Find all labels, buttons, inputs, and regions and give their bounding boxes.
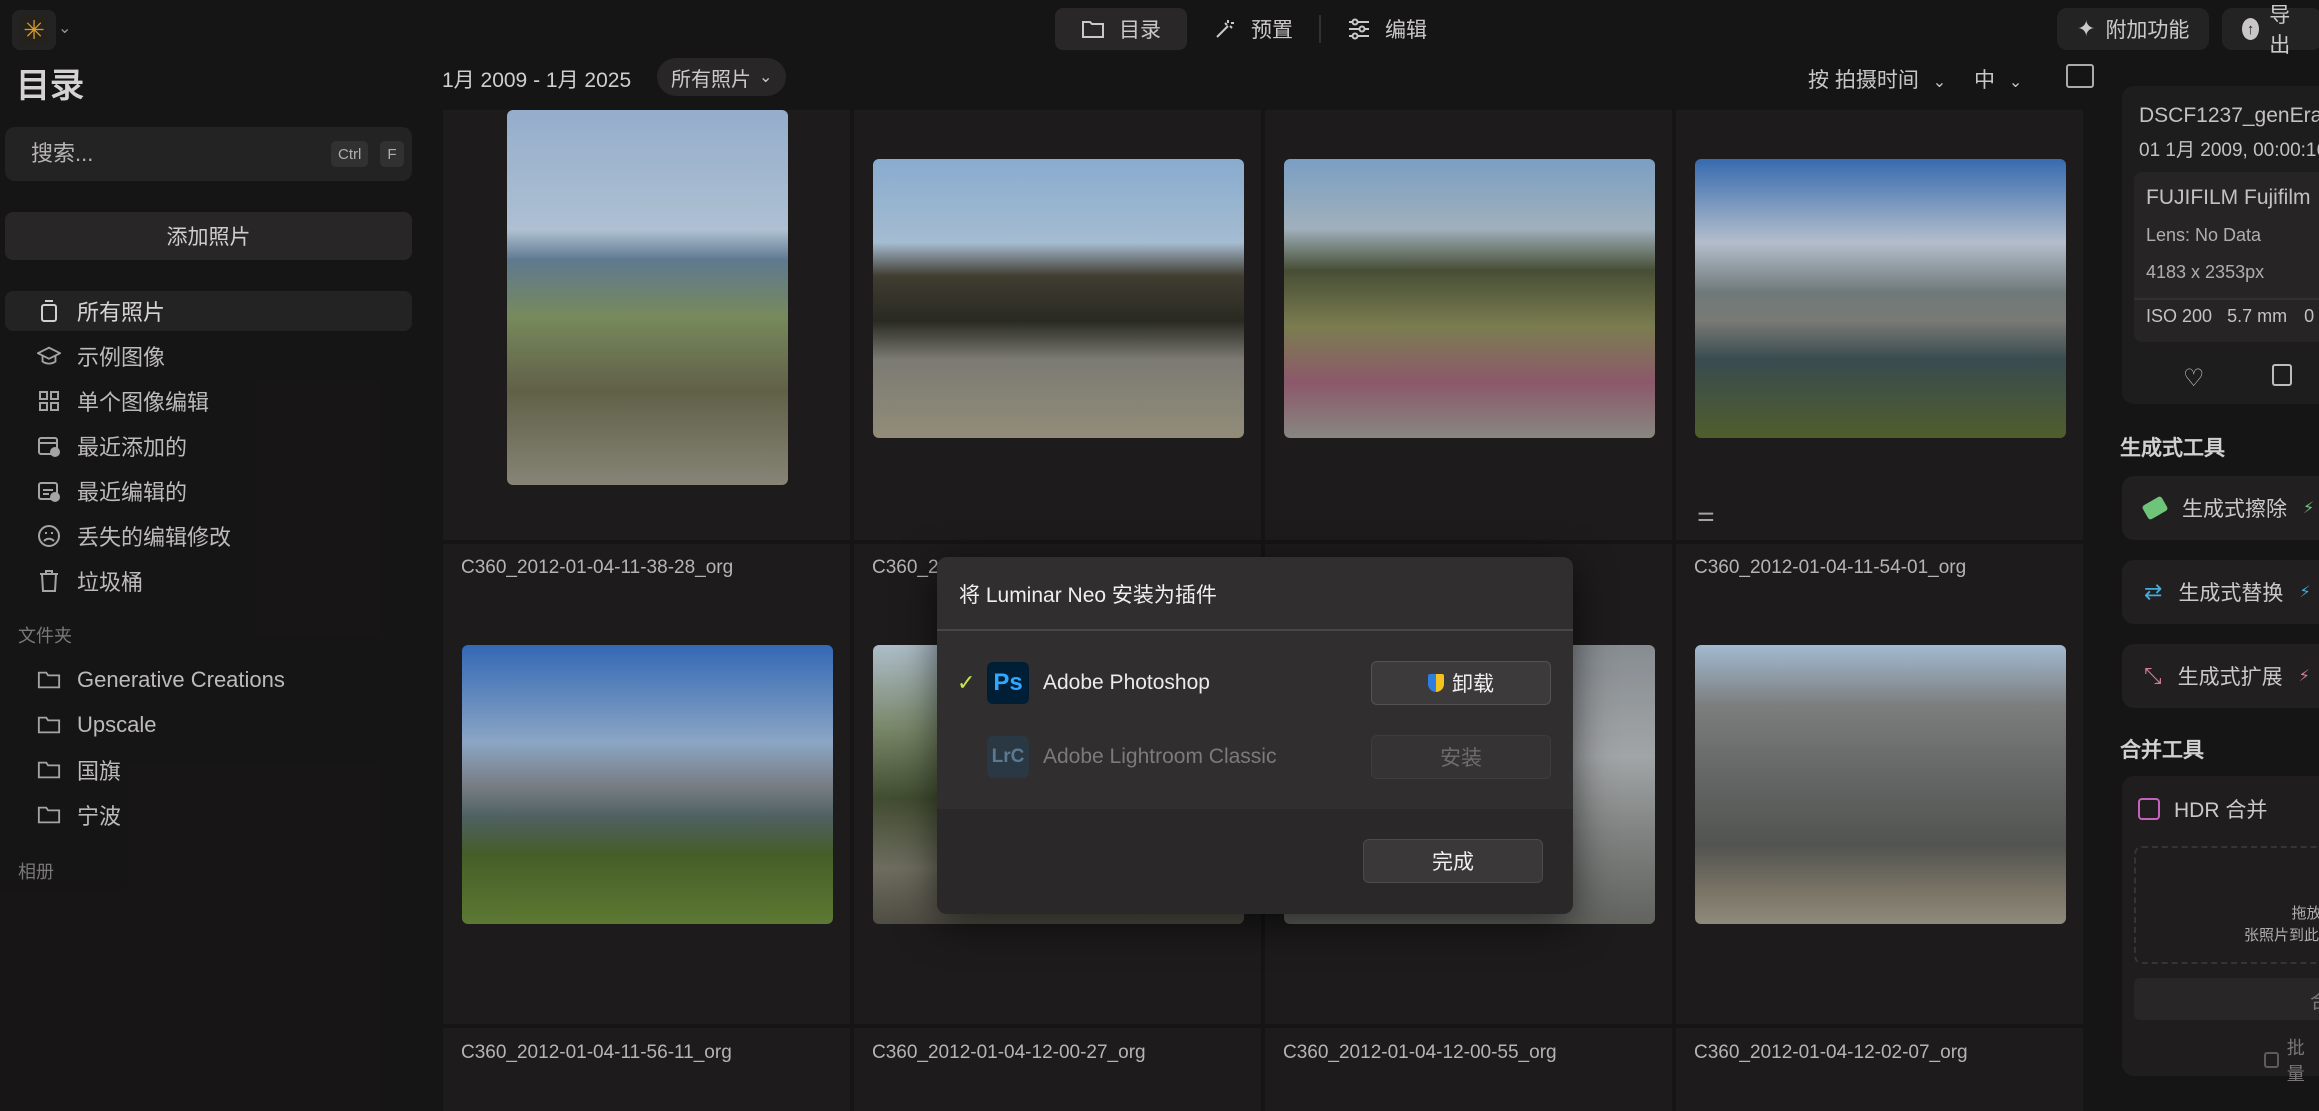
photoshop-icon: Ps <box>987 662 1029 704</box>
plugin-row-photoshop: ✓ Ps Adobe Photoshop 卸载 <box>957 661 1551 705</box>
plugin-name: Adobe Lightroom Classic <box>1043 745 1277 768</box>
plugin-name: Adobe Photoshop <box>1043 671 1210 694</box>
lightroom-classic-icon: LrC <box>987 736 1029 778</box>
uninstall-button[interactable]: 卸载 <box>1371 661 1551 705</box>
shield-icon <box>1428 674 1444 692</box>
modal-overlay <box>0 0 2319 1111</box>
plugin-row-lightroom: LrC Adobe Lightroom Classic 安装 <box>959 735 1551 779</box>
uninstall-label: 卸载 <box>1452 673 1494 696</box>
dialog-title: 将 Luminar Neo 安装为插件 <box>959 584 1217 607</box>
dialog-divider <box>937 629 1573 631</box>
plugin-install-dialog: 将 Luminar Neo 安装为插件 ✓ Ps Adobe Photoshop… <box>937 557 1573 914</box>
done-button[interactable]: 完成 <box>1363 839 1543 883</box>
check-icon: ✓ <box>957 670 976 695</box>
install-button[interactable]: 安装 <box>1371 735 1551 779</box>
